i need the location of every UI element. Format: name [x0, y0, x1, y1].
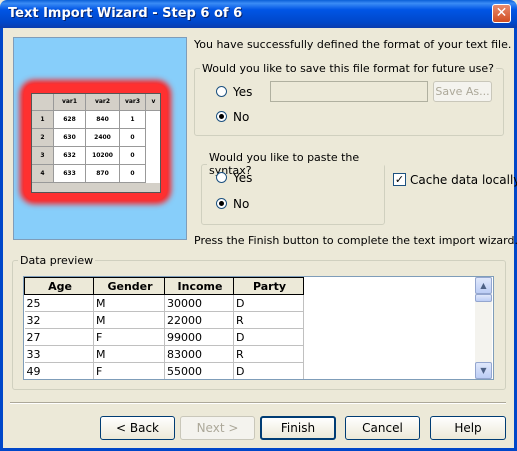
- table-header-row: Age Gender Income Party: [24, 277, 304, 295]
- scroll-up-icon[interactable]: ▲: [475, 277, 492, 294]
- table-cell: D: [233, 294, 304, 312]
- illustration-scrollbar: [32, 183, 160, 192]
- illustration-cell: 1: [120, 111, 146, 129]
- table-cell: 83000: [164, 345, 234, 363]
- illustration-cell: 0: [120, 165, 146, 183]
- table-cell: M: [93, 311, 165, 329]
- paste-syntax-group: Would you like to paste the syntax?: [201, 151, 385, 225]
- illustration-column-header: v: [146, 94, 160, 111]
- illustration-column-header: var1: [54, 94, 86, 111]
- column-header-gender[interactable]: Gender: [93, 277, 165, 295]
- table-cell: I: [234, 380, 304, 381]
- table-cell: R: [233, 311, 304, 329]
- illustration-cell: 632: [54, 147, 86, 165]
- illustration-cell: 870: [86, 165, 120, 183]
- table-cell: 49: [24, 362, 94, 379]
- paste-syntax-yes-radio[interactable]: [216, 172, 227, 183]
- column-header-age[interactable]: Age: [24, 277, 94, 295]
- table-row: 25 M 30000 D: [24, 294, 304, 312]
- column-header-party[interactable]: Party: [233, 277, 304, 295]
- table-cell: D: [233, 362, 304, 379]
- illustration-cell: 628: [54, 111, 86, 129]
- illustration-row-number: 4: [32, 165, 54, 183]
- data-preview-grid[interactable]: Age Gender Income Party 25 M 30000 D 32 …: [23, 276, 494, 380]
- illustration-cell: 0: [120, 129, 146, 147]
- table-cell: 22000: [164, 311, 234, 329]
- save-format-no-label: No: [233, 110, 250, 124]
- cancel-button[interactable]: Cancel: [345, 416, 420, 440]
- table-cell: F: [94, 380, 165, 381]
- intro-text: You have successfully defined the format…: [194, 38, 512, 51]
- save-format-yes-label: Yes: [233, 85, 253, 99]
- table-cell: 43000: [165, 380, 234, 381]
- cache-data-checkbox[interactable]: ✓: [393, 173, 406, 186]
- illustration-cell: 10200: [86, 147, 120, 165]
- table-row: 32 M 22000 R: [24, 311, 304, 329]
- window-title: Text Import Wizard - Step 6 of 6: [8, 6, 243, 21]
- table-cell: 99000: [164, 328, 234, 346]
- table-cell: 33: [24, 345, 94, 363]
- table-cell: 70: [25, 380, 94, 381]
- data-preview-legend: Data preview: [20, 254, 94, 267]
- table-cell: M: [93, 294, 165, 312]
- table-cell: 27: [24, 328, 94, 346]
- close-icon[interactable]: ✕: [492, 4, 511, 23]
- table-cell: F: [93, 328, 165, 346]
- paste-syntax-yes-label: Yes: [233, 171, 253, 185]
- window-border-left: [0, 28, 3, 451]
- table-row: 27 F 99000 D: [24, 328, 304, 346]
- data-preview-table: Age Gender Income Party 25 M 30000 D 32 …: [24, 277, 304, 381]
- table-row: 33 M 83000 R: [24, 345, 304, 363]
- scroll-down-icon[interactable]: ▼: [475, 362, 492, 379]
- finish-hint-text: Press the Finish button to complete the …: [194, 234, 517, 247]
- illustration-cell: 633: [54, 165, 86, 183]
- save-format-legend: Would you like to save this file format …: [202, 62, 494, 75]
- button-separator: [10, 402, 506, 404]
- table-cell: 55000: [164, 362, 234, 379]
- table-cell: 30000: [164, 294, 234, 312]
- paste-syntax-no-label: No: [233, 197, 250, 211]
- column-header-income[interactable]: Income: [164, 277, 234, 295]
- scroll-thumb[interactable]: [475, 294, 492, 302]
- illustration-column-header: var2: [86, 94, 120, 111]
- cache-data-label: Cache data locally: [410, 173, 517, 187]
- data-preview-scrollbar[interactable]: ▲ ▼: [475, 277, 492, 379]
- paste-syntax-no-radio[interactable]: [216, 198, 227, 209]
- table-cell: D: [233, 328, 304, 346]
- illustration-cell: 0: [120, 147, 146, 165]
- table-row: 49 F 55000 D: [24, 362, 304, 379]
- back-button[interactable]: < Back: [100, 416, 175, 440]
- finish-button[interactable]: Finish: [260, 416, 336, 440]
- illustration-row-number: 1: [32, 111, 54, 129]
- table-cell: F: [93, 362, 165, 379]
- illustration-cell: 630: [54, 129, 86, 147]
- table-row: 70 F 43000 I: [25, 380, 304, 381]
- save-format-yes-radio[interactable]: [216, 86, 227, 97]
- table-cell: 25: [24, 294, 94, 312]
- help-button[interactable]: Help: [430, 416, 506, 440]
- save-as-button[interactable]: Save As...: [433, 81, 492, 102]
- table-cell: R: [233, 345, 304, 363]
- save-format-no-radio[interactable]: [216, 111, 227, 122]
- illustration-row-number: 3: [32, 147, 54, 165]
- illustration-corner-cell: [32, 94, 54, 111]
- illustration-cell: 2400: [86, 129, 120, 147]
- illustration-row-number: 2: [32, 129, 54, 147]
- table-cell: 32: [24, 311, 94, 329]
- illustration-grid: var1 var2 var3 v 1 628 840 1 2 630 2400 …: [31, 93, 161, 193]
- save-format-filename-field[interactable]: [270, 81, 428, 102]
- illustration-cell: 840: [86, 111, 120, 129]
- table-cell: M: [93, 345, 165, 363]
- next-button[interactable]: Next >: [180, 416, 255, 440]
- illustration-column-header: var3: [120, 94, 146, 111]
